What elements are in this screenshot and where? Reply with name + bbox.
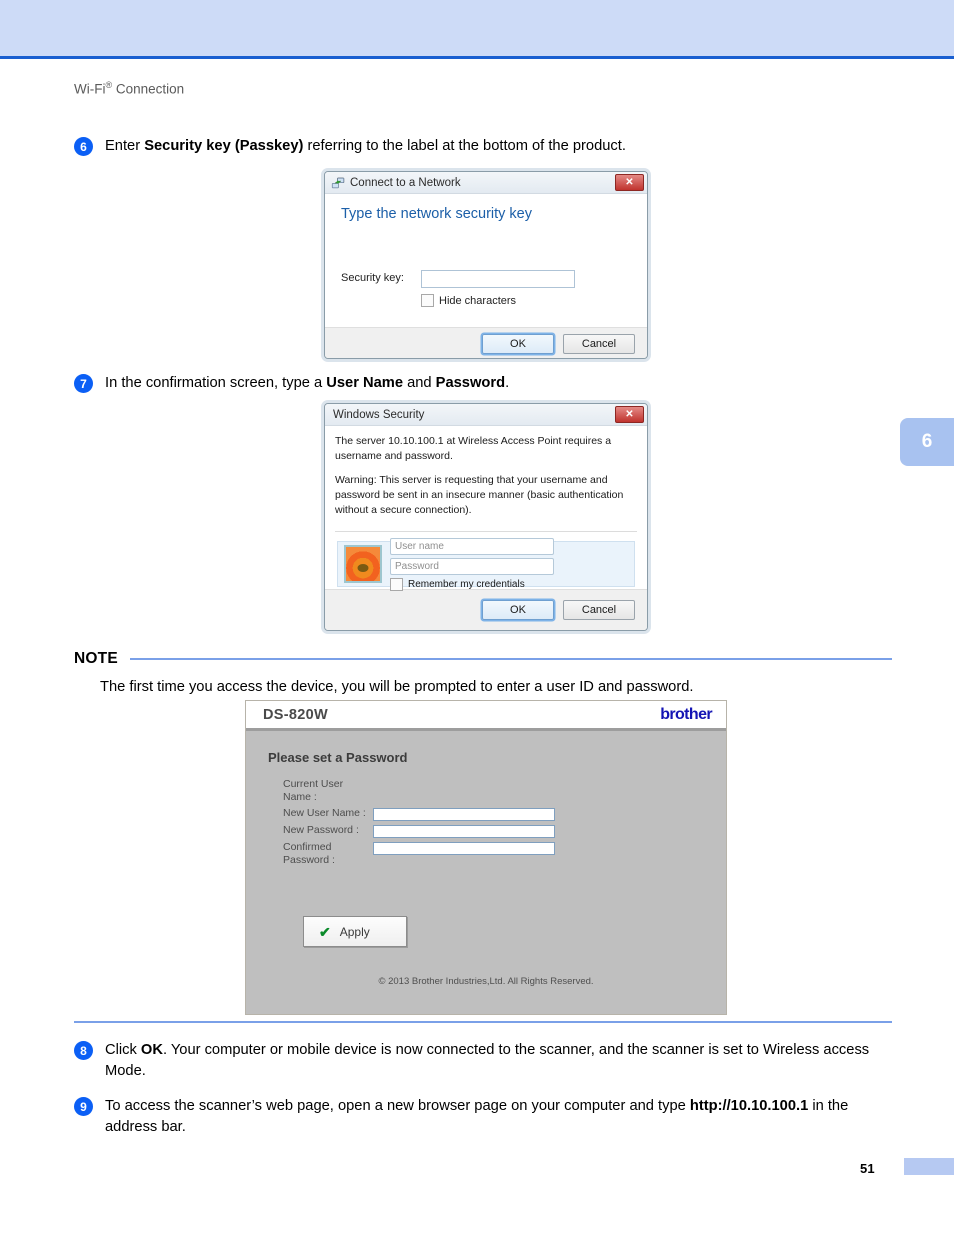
step-9-bullet: 9 (74, 1097, 93, 1116)
page-number: 51 (860, 1161, 875, 1176)
hide-characters-label: Hide characters (439, 294, 517, 307)
step-8-bullet: 8 (74, 1041, 93, 1060)
running-head: Wi-Fi® Connection (74, 80, 184, 97)
network-icon (331, 177, 345, 188)
chapter-tab: 6 (900, 418, 954, 466)
web-page-model-name: DS-820W (263, 706, 328, 723)
remember-credentials-checkbox[interactable] (390, 577, 403, 591)
close-icon[interactable]: ✕ (615, 174, 644, 191)
user-avatar-icon (344, 545, 382, 583)
page-top-banner (0, 0, 954, 59)
security-dialog-title: Windows Security (333, 408, 425, 421)
password-form: Current User Name : New User Name : New … (283, 778, 583, 871)
remember-credentials-label: Remember my credentials (408, 578, 525, 590)
remember-credentials-row[interactable]: Remember my credentials (390, 577, 628, 591)
form-row-current-user-name: Current User Name : (283, 778, 583, 804)
connect-dialog-title: Connect to a Network (350, 176, 461, 189)
current-user-name-label: Current User Name : (283, 778, 344, 804)
security-key-controls: Hide characters (421, 270, 631, 307)
step-6-bold: Security key (Passkey) (144, 138, 304, 154)
chapter-tab-number: 6 (921, 431, 933, 452)
step-7-text-before: In the confirmation screen, type a (105, 375, 327, 391)
security-dialog-body: The server 10.10.100.1 at Wireless Acces… (325, 426, 647, 591)
web-page-copyright: © 2013 Brother Industries,Ltd. All Right… (378, 976, 594, 987)
username-field[interactable]: User name (390, 537, 554, 555)
step-8-text-before: Click (105, 1042, 141, 1058)
connect-dialog-titlebar: Connect to a Network ✕ (325, 172, 647, 194)
step-6-text: Enter Security key (Passkey) referring t… (105, 136, 626, 157)
security-message-paragraph-2: Warning: This server is requesting that … (335, 473, 624, 516)
hide-characters-row[interactable]: Hide characters (421, 294, 631, 307)
step-8-text: Click OK. Your computer or mobile device… (105, 1040, 892, 1082)
hide-characters-checkbox[interactable] (421, 294, 434, 307)
step-8-text-after: . Your computer or mobile device is now … (105, 1042, 870, 1079)
security-key-row: Security key: Hide characters (341, 270, 631, 307)
confirmed-password-input[interactable] (373, 842, 555, 856)
step-6: 6 Enter Security key (Passkey) referring… (74, 136, 892, 157)
step-7-text: In the confirmation screen, type a User … (105, 373, 509, 394)
password-field[interactable]: Password (390, 557, 554, 575)
form-row-new-password: New Password : (283, 824, 583, 839)
step-7-bold-2: Password (435, 375, 506, 391)
form-row-confirmed-password: Confirmed Password : (283, 841, 583, 867)
step-6-bullet: 6 (74, 137, 93, 156)
step-9-bold: http://10.10.100.1 (689, 1098, 809, 1114)
brother-logo: brother (660, 705, 712, 723)
note-top-rule (129, 658, 892, 660)
connect-dialog-body: Type the network security key Security k… (325, 194, 647, 327)
web-page-title: Please set a Password (268, 750, 408, 765)
connect-to-network-dialog[interactable]: Connect to a Network ✕ Type the network … (324, 171, 648, 359)
note-label: NOTE (74, 650, 118, 667)
form-row-new-user-name: New User Name : (283, 807, 583, 822)
step-7-bold-1: User Name (326, 375, 403, 391)
security-cancel-button[interactable]: Cancel (563, 600, 635, 620)
windows-security-dialog[interactable]: Windows Security ✕ The server 10.10.100.… (324, 403, 648, 631)
new-user-name-input[interactable] (373, 808, 555, 822)
apply-button-label: Apply (339, 924, 370, 939)
security-dialog-footer: OK Cancel (325, 589, 647, 630)
credentials-fields: User name Password Remember my credentia… (390, 537, 628, 591)
step-7-text-after: . (505, 375, 510, 391)
close-icon[interactable]: ✕ (615, 406, 644, 423)
step-9-text: To access the scanner’s web page, open a… (105, 1096, 892, 1138)
connect-dialog-heading: Type the network security key (341, 206, 532, 222)
note-header: NOTE (74, 650, 892, 668)
note-bottom-rule (74, 1021, 892, 1023)
confirmed-password-label: Confirmed Password : (283, 841, 335, 867)
step-6-text-after: referring to the label at the bottom of … (303, 138, 626, 154)
security-message-paragraph-1: The server 10.10.100.1 at Wireless Acces… (335, 435, 612, 462)
security-ok-button[interactable]: OK (482, 600, 554, 620)
new-password-input[interactable] (373, 825, 555, 839)
note-body-text: The first time you access the device, yo… (100, 679, 694, 695)
web-page-header: DS-820W brother (246, 701, 726, 731)
brother-web-page-screenshot: DS-820W brother Please set a Password Cu… (245, 700, 727, 1015)
connect-ok-button[interactable]: OK (482, 333, 554, 354)
security-dialog-divider (335, 531, 637, 532)
step-6-text-before: Enter (105, 138, 145, 154)
connect-dialog-footer: OK Cancel (325, 327, 647, 358)
security-dialog-message: The server 10.10.100.1 at Wireless Acces… (335, 434, 635, 527)
running-head-main: Wi-Fi (74, 81, 106, 97)
credentials-box: User name Password Remember my credentia… (337, 537, 635, 591)
step-7-bullet: 7 (74, 374, 93, 393)
new-user-name-label: New User Name : (283, 807, 366, 820)
note-block: NOTE The first time you access the devic… (74, 650, 892, 698)
step-8-bold: OK (140, 1042, 163, 1058)
step-9: 9 To access the scanner’s web page, open… (74, 1096, 892, 1138)
check-icon: ✔ (319, 923, 331, 940)
web-page-content: Please set a Password Current User Name … (246, 731, 726, 1013)
step-7: 7 In the confirmation screen, type a Use… (74, 373, 892, 394)
step-9-text-before: To access the scanner’s web page, open a… (105, 1098, 690, 1114)
step-7-text-middle: and (403, 375, 436, 391)
security-dialog-titlebar: Windows Security ✕ (325, 404, 647, 426)
new-password-label: New Password : (283, 824, 359, 837)
connect-cancel-button[interactable]: Cancel (563, 333, 635, 354)
page-number-bar (904, 1158, 954, 1175)
running-head-tail: Connection (112, 81, 185, 97)
security-key-input[interactable] (421, 270, 575, 288)
apply-button[interactable]: ✔ Apply (303, 916, 407, 947)
step-8: 8 Click OK. Your computer or mobile devi… (74, 1040, 892, 1082)
security-key-label: Security key: (341, 272, 404, 284)
